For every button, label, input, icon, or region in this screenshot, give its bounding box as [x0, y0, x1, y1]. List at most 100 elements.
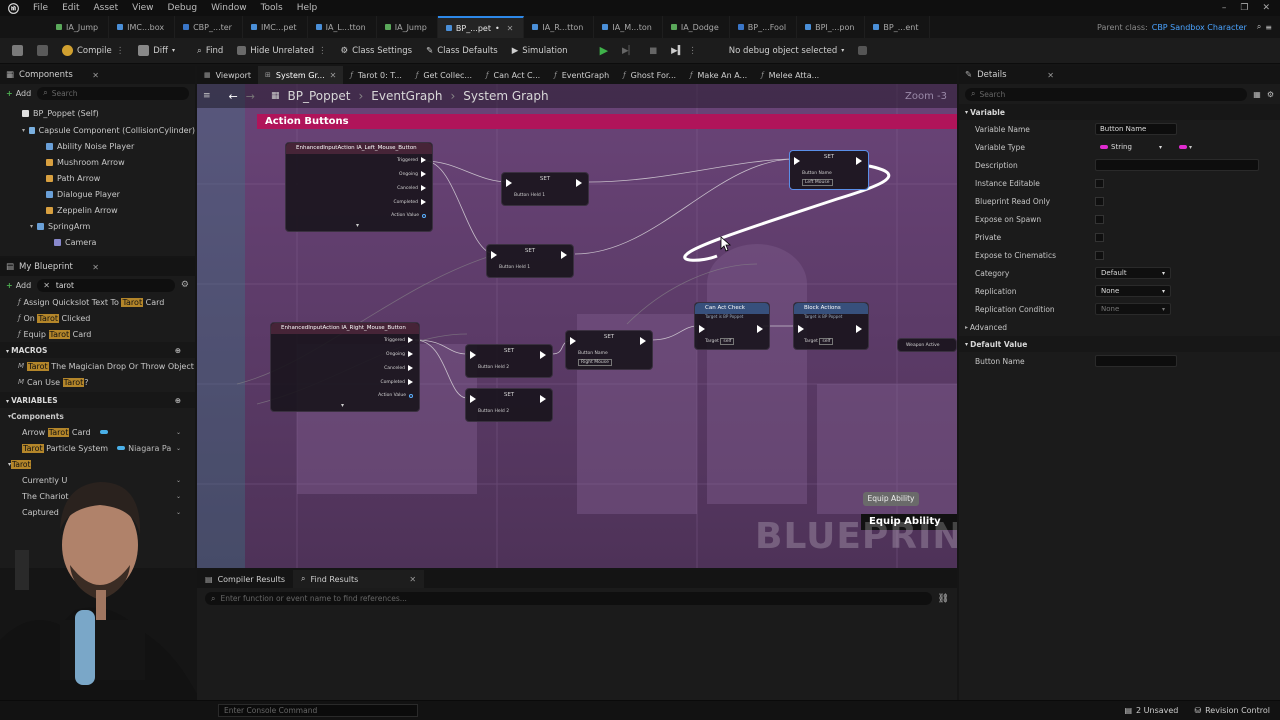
chevron-down-icon[interactable]: ⌄: [176, 445, 181, 452]
variable-section[interactable]: ▾ Variable: [959, 104, 1280, 120]
exec-out-pin[interactable]: [540, 351, 546, 359]
browse-button[interactable]: [31, 41, 54, 61]
output-pin[interactable]: Canceled: [384, 365, 413, 371]
set-button-held-2b-node[interactable]: SET Button Held 2: [465, 388, 553, 422]
document-tab[interactable]: BP_...Fool: [730, 16, 798, 38]
expand-chevron-icon[interactable]: ▾: [356, 222, 359, 229]
property-checkbox[interactable]: [1095, 232, 1104, 242]
stop-button[interactable]: ■: [643, 41, 663, 61]
string-value[interactable]: Right Mouse: [578, 359, 612, 366]
graph-tab[interactable]: ƒ EventGraph: [547, 66, 616, 84]
diff-button[interactable]: Diff ▾: [132, 41, 181, 61]
back-arrow-icon[interactable]: ←: [229, 90, 238, 103]
output-pin[interactable]: Ongoing: [399, 171, 426, 177]
menu-item[interactable]: Asset: [87, 0, 126, 16]
settings-gear-icon[interactable]: ⚙: [1267, 90, 1274, 99]
set-button-held-2-node[interactable]: SET Button Held 2: [465, 344, 553, 378]
set-button-held-1b-node[interactable]: SET Button Held 1: [486, 244, 574, 278]
play-button[interactable]: ▶: [594, 41, 614, 61]
graph-tab[interactable]: ƒ Melee Atta...: [754, 66, 826, 84]
menu-item[interactable]: Window: [204, 0, 254, 16]
exec-out-pin[interactable]: [576, 179, 582, 187]
settings-gear-icon[interactable]: ⚙: [181, 280, 189, 290]
find-results-tab[interactable]: ⌕ Find Results ✕: [293, 570, 425, 588]
components-category[interactable]: ▾ Components: [0, 408, 195, 424]
weapon-active-node[interactable]: Weapon Active: [897, 338, 957, 352]
graph-tab[interactable]: ƒ Ghost For...: [616, 66, 683, 84]
minimize-icon[interactable]: –: [1222, 3, 1227, 13]
target-pin[interactable]: Target self: [705, 338, 735, 345]
search-icon[interactable]: ⌕: [1257, 22, 1261, 32]
property-input[interactable]: Button Name: [1095, 123, 1177, 135]
breadcrumb-item[interactable]: EventGraph: [371, 89, 442, 103]
output-pin[interactable]: Action Value: [391, 213, 426, 218]
close-my-blueprint-icon[interactable]: ✕: [92, 263, 99, 272]
exec-out-pin[interactable]: [856, 325, 862, 333]
property-input[interactable]: [1095, 159, 1259, 171]
component-item[interactable]: ▾ Capsule Component (CollisionCylinder): [0, 122, 195, 138]
document-tab[interactable]: IA_L...tton: [308, 16, 377, 38]
output-pin[interactable]: Action Value: [378, 393, 413, 398]
parent-class-link[interactable]: CBP Sandbox Character: [1152, 23, 1247, 32]
more-menu-icon[interactable]: ≡: [1265, 23, 1272, 32]
step-button[interactable]: ▶▏: [616, 41, 641, 61]
component-item[interactable]: Zeppelin Arrow: [0, 202, 195, 218]
list-item[interactable]: ƒ Equip Tarot Card: [0, 326, 195, 342]
breadcrumb-item[interactable]: System Graph: [463, 89, 548, 103]
class-settings-button[interactable]: ⚙ Class Settings: [335, 41, 419, 61]
advanced-row[interactable]: ▸ Advanced: [959, 318, 1280, 336]
compile-button[interactable]: Compile ⋮: [56, 41, 130, 61]
set-button-held-1-node[interactable]: SET Button Held 1: [501, 172, 589, 206]
document-tab[interactable]: IA_Jump: [48, 16, 110, 38]
graph-tab[interactable]: ▦ Viewport: [197, 66, 258, 84]
document-tab[interactable]: IMC...box: [109, 16, 176, 38]
component-item[interactable]: Dialogue Player: [0, 186, 195, 202]
output-pin[interactable]: Triggered: [397, 157, 426, 163]
graph-menu-icon[interactable]: ≡: [203, 91, 211, 101]
property-checkbox[interactable]: [1095, 178, 1104, 188]
table-view-icon[interactable]: ▦: [1253, 90, 1261, 99]
output-pin[interactable]: Completed: [380, 379, 413, 385]
component-item[interactable]: ▾ SpringArm: [0, 218, 195, 234]
clear-search-icon[interactable]: ✕: [43, 281, 50, 290]
exec-in-pin[interactable]: [470, 351, 476, 359]
menu-item[interactable]: View: [125, 0, 160, 16]
string-value[interactable]: Left Mouse: [802, 179, 833, 186]
debug-settings-button[interactable]: [852, 41, 873, 61]
equip-ability-tooltip[interactable]: Equip Ability: [863, 492, 919, 506]
close-window-icon[interactable]: ✕: [1262, 3, 1270, 13]
graph-tab[interactable]: ƒ Tarot 0: T...: [343, 66, 409, 84]
right-mouse-input-node[interactable]: EnhancedInputAction IA_Right_Mouse_Butto…: [270, 322, 420, 412]
component-item[interactable]: Camera: [0, 234, 195, 250]
find-references-input[interactable]: ⌕ Enter function or event name to find r…: [205, 592, 932, 605]
document-tab[interactable]: BP_...pet • ✕: [437, 16, 525, 38]
comment-box-header[interactable]: Action Buttons: [257, 114, 957, 129]
default-value-section[interactable]: ▾ Default Value: [959, 336, 1280, 352]
breadcrumb-item[interactable]: BP_Poppet: [288, 89, 351, 103]
maximize-icon[interactable]: ❐: [1240, 3, 1248, 13]
close-tab-icon[interactable]: ✕: [330, 71, 337, 80]
close-find-results-icon[interactable]: ✕: [409, 575, 416, 584]
container-type-select[interactable]: ▾: [1179, 144, 1192, 151]
save-button[interactable]: [6, 41, 29, 61]
graph-tab[interactable]: ƒ Get Collec...: [409, 66, 479, 84]
property-select[interactable]: Default ▾: [1095, 267, 1171, 279]
menu-item[interactable]: Help: [290, 0, 325, 16]
menu-item[interactable]: Edit: [55, 0, 86, 16]
document-tab[interactable]: IA_M...ton: [594, 16, 663, 38]
variable-item[interactable]: Tarot Particle System Niagara Pa ⌄: [0, 440, 195, 456]
forward-arrow-icon[interactable]: →: [246, 90, 255, 103]
exec-in-pin[interactable]: [699, 325, 705, 333]
property-select[interactable]: None ▾: [1095, 303, 1171, 315]
property-checkbox[interactable]: [1095, 250, 1104, 260]
graph-tab[interactable]: ƒ Make An A...: [683, 66, 754, 84]
expand-arrow-icon[interactable]: ▾: [22, 127, 25, 134]
my-blueprint-search-input[interactable]: ✕ tarot: [37, 278, 175, 292]
menu-item[interactable]: Debug: [160, 0, 204, 16]
can-act-check-node[interactable]: Can Act Check Target is BP Poppet Target…: [694, 302, 770, 350]
expand-chevron-icon[interactable]: ▾: [341, 402, 344, 409]
exec-in-pin[interactable]: [470, 395, 476, 403]
graph-tab[interactable]: ⊞ System Gr... ✕: [258, 66, 344, 84]
add-macro-icon[interactable]: ⊕: [175, 346, 181, 355]
property-select[interactable]: None ▾: [1095, 285, 1171, 297]
